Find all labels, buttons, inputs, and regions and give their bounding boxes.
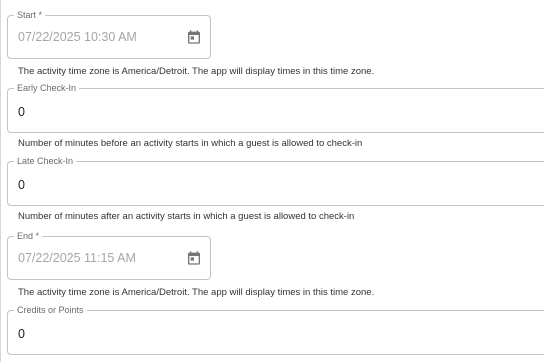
- early-checkin-value: 0: [18, 105, 25, 119]
- start-datetime-field[interactable]: Start * 07/22/2025 10:30 AM: [7, 10, 211, 59]
- start-label: Start *: [14, 10, 46, 21]
- panel-divider: [0, 0, 1, 362]
- end-datetime-field[interactable]: End * 07/22/2025 11:15 AM: [7, 231, 211, 280]
- end-value: 07/22/2025 11:15 AM: [18, 251, 136, 265]
- credits-value: 0: [18, 327, 25, 341]
- end-helper-text: The activity time zone is America/Detroi…: [18, 287, 375, 298]
- calendar-icon[interactable]: [186, 29, 202, 45]
- late-checkin-label: Late Check-In: [14, 156, 77, 167]
- credits-label: Credits or Points: [14, 305, 87, 316]
- end-label: End *: [14, 231, 43, 242]
- early-checkin-helper-text: Number of minutes before an activity sta…: [18, 138, 363, 149]
- start-helper-text: The activity time zone is America/Detroi…: [18, 66, 375, 77]
- early-checkin-field[interactable]: Early Check-In 0: [7, 83, 544, 133]
- calendar-icon[interactable]: [186, 250, 202, 266]
- activity-form: Start * 07/22/2025 10:30 AM The activity…: [0, 0, 544, 362]
- start-value: 07/22/2025 10:30 AM: [18, 30, 137, 44]
- late-checkin-value: 0: [18, 178, 25, 192]
- credits-field[interactable]: Credits or Points 0: [7, 305, 544, 355]
- early-checkin-label: Early Check-In: [14, 83, 80, 94]
- late-checkin-helper-text: Number of minutes after an activity star…: [18, 211, 355, 222]
- late-checkin-field[interactable]: Late Check-In 0: [7, 156, 544, 206]
